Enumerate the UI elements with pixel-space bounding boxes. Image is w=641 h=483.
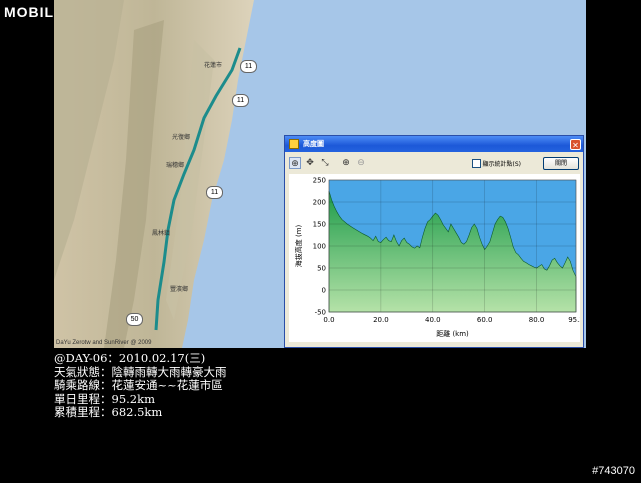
x-tick-label: 95.2 [568,316,580,324]
window-title: 高度圖 [303,140,324,148]
zoom-out-icon[interactable]: ⊖ [355,157,367,169]
y-tick-label: 100 [313,243,326,251]
elevation-profile-window: 高度圖 ✕ ⊕ ✥ ⤡ ⊕ ⊖ 顯示統計點(S) 關閉 250 200 150 100… [284,135,584,348]
caption-line-date: @DAY-06：2010.02.17(三) [54,351,206,365]
zoom-in-icon[interactable]: ⊕ [340,157,352,169]
show-points-checkbox[interactable]: 顯示統計點(S) [471,158,522,168]
window-close-button[interactable]: ✕ [570,138,581,150]
post-id: #743070 [592,465,635,477]
y-axis-label: 海拔高度 (m) [294,224,303,267]
profile-toolbar: ⊕ ✥ ⤡ ⊕ ⊖ 顯示統計點(S) 關閉 [289,156,579,170]
window-app-icon [289,139,299,149]
show-points-label: 顯示統計點(S) [482,160,522,168]
y-tick-label: 150 [313,221,326,229]
place-label: 瑞穗鄉 [166,162,185,169]
y-tick-label: 200 [313,199,326,207]
caption-line-weather: 天氣狀態：陰轉雨轉大雨轉豪大雨 [54,364,227,379]
place-label: 鳳林鎮 [152,230,171,237]
x-tick-label: 20.0 [373,316,389,324]
y-tick-label: 0 [322,287,326,295]
place-label: 豐濱鄉 [170,286,189,293]
y-tick-label: 50 [317,265,326,273]
elevation-chart: 250 200 150 100 50 0 -50 0.0 20.0 40.0 60.0 80.0 95.… [289,174,580,342]
window-titlebar[interactable]: 高度圖 ✕ [285,136,583,152]
x-tick-label: 60.0 [477,316,493,324]
place-label: 花蓮市 [204,62,223,69]
route-marker: 50 [126,313,143,326]
route-marker: 11 [240,60,257,73]
caption-line-total-distance: 累積里程：682.5km [54,405,163,419]
crosshair-icon[interactable]: ⊕ [289,157,301,169]
select-icon[interactable]: ⤡ [319,157,331,169]
day-summary: @DAY-06：2010.02.17(三) 天氣狀態：陰轉雨轉大雨轉豪大雨 騎乘… [54,351,227,420]
x-tick-label: 40.0 [425,316,441,324]
x-tick-label: 80.0 [529,316,545,324]
route-marker: 11 [232,94,249,107]
checkbox-box[interactable] [471,158,481,168]
place-label: 光復鄉 [172,134,191,141]
close-button[interactable]: 關閉 [543,156,579,170]
y-tick-label: 250 [313,177,326,185]
x-axis-label: 距離 (km) [436,329,469,338]
map-credit: DaYu Zerotw and SunRiver @ 2009 [56,340,152,346]
elevation-chart-svg: 250200150100500-500.0 20.0 40.0 60.0 80.0 95.… [294,177,580,339]
route-marker: 11 [206,186,223,199]
x-tick-label: 0.0 [323,316,334,324]
caption-line-daily-distance: 單日里程：95.2km [54,391,155,406]
caption-line-route: 騎乘路線：花蓮安通~~花蓮市區 [54,378,223,392]
move-icon[interactable]: ✥ [304,157,316,169]
